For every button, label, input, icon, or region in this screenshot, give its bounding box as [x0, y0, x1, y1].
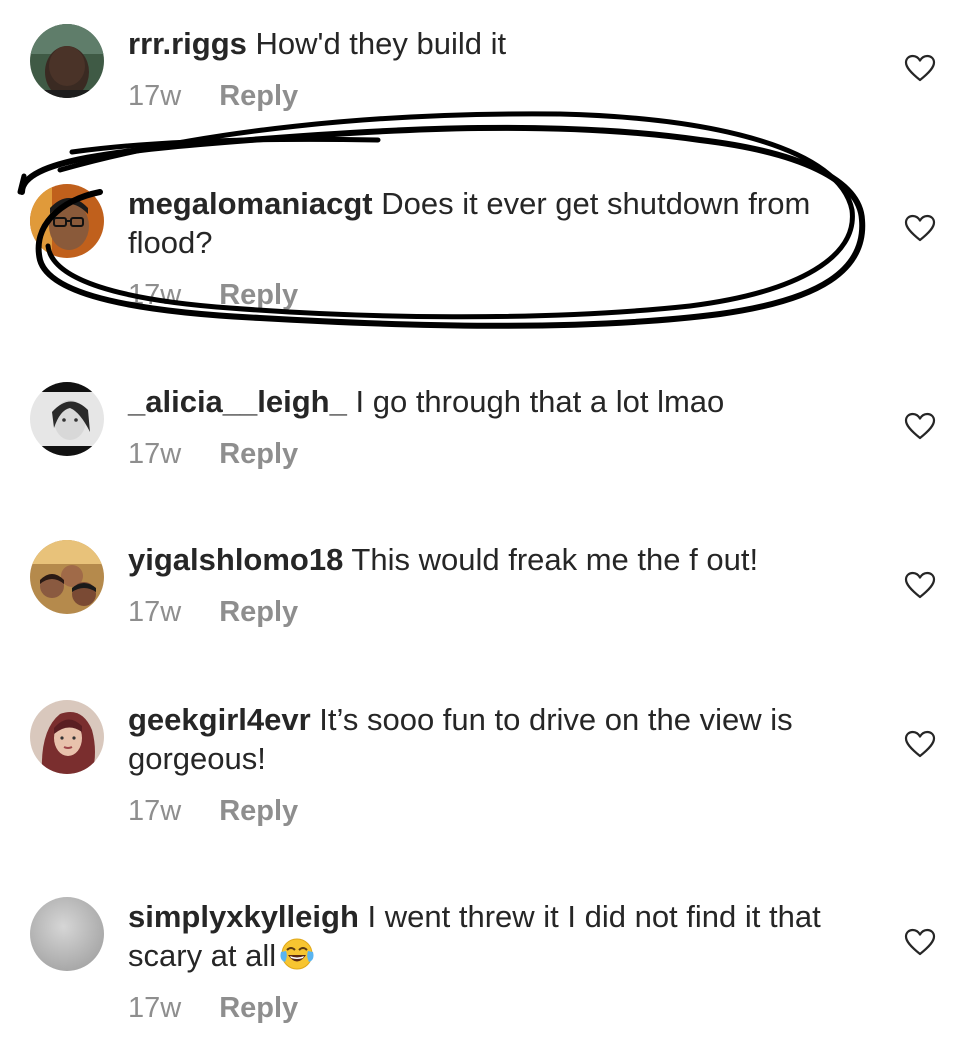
- comment-time: 17w: [128, 438, 182, 470]
- reply-button[interactable]: Reply: [219, 79, 298, 113]
- face-with-tears-of-joy-icon: [278, 936, 316, 972]
- comment-message: How'd they build it: [255, 26, 507, 61]
- avatar[interactable]: [30, 700, 104, 774]
- comment-message: This would freak me the f out!: [351, 542, 759, 577]
- comment-meta: 17w Reply: [128, 437, 848, 471]
- comment-text: yigalshlomo18 This would freak me the f …: [128, 540, 848, 579]
- reply-button[interactable]: Reply: [219, 595, 298, 629]
- comment-meta: 17w Reply: [128, 278, 848, 312]
- avatar[interactable]: [30, 897, 104, 971]
- comment-text: geekgirl4evr It’s sooo fun to drive on t…: [128, 700, 848, 778]
- comment-time: 17w: [128, 80, 182, 112]
- comment-username[interactable]: megalomaniacgt: [128, 186, 373, 221]
- heart-outline-icon[interactable]: [904, 730, 936, 758]
- comment-body: yigalshlomo18 This would freak me the f …: [128, 540, 848, 629]
- comment-body: simplyxkylleigh I went threw it I did no…: [128, 897, 848, 1025]
- reply-button[interactable]: Reply: [219, 437, 298, 471]
- comment-username[interactable]: geekgirl4evr: [128, 702, 311, 737]
- comments-list: rrr.riggs How'd they build it 17w Reply m…: [0, 0, 980, 1062]
- reply-button[interactable]: Reply: [219, 278, 298, 312]
- comment-body: _alicia__leigh_ I go through that a lot …: [128, 382, 848, 471]
- reply-button[interactable]: Reply: [219, 794, 298, 828]
- comment-time: 17w: [128, 279, 182, 311]
- avatar[interactable]: [30, 184, 104, 258]
- reply-button[interactable]: Reply: [219, 991, 298, 1025]
- comment-text: _alicia__leigh_ I go through that a lot …: [128, 382, 848, 421]
- heart-outline-icon[interactable]: [904, 214, 936, 242]
- avatar[interactable]: [30, 540, 104, 614]
- heart-outline-icon[interactable]: [904, 412, 936, 440]
- comment-meta: 17w Reply: [128, 794, 848, 828]
- comment-username[interactable]: rrr.riggs: [128, 26, 247, 61]
- comment-text: megalomaniacgt Does it ever get shutdown…: [128, 184, 848, 262]
- comment-username[interactable]: simplyxkylleigh: [128, 899, 359, 934]
- comment-meta: 17w Reply: [128, 991, 848, 1025]
- avatar[interactable]: [30, 382, 104, 456]
- comment-message: I go through that a lot lmao: [355, 384, 725, 419]
- comment-text: simplyxkylleigh I went threw it I did no…: [128, 897, 848, 975]
- comment-time: 17w: [128, 596, 182, 628]
- comment-time: 17w: [128, 795, 182, 827]
- comment-username[interactable]: yigalshlomo18: [128, 542, 343, 577]
- comment-body: geekgirl4evr It’s sooo fun to drive on t…: [128, 700, 848, 828]
- comment-time: 17w: [128, 992, 182, 1024]
- heart-outline-icon[interactable]: [904, 571, 936, 599]
- comment-meta: 17w Reply: [128, 79, 848, 113]
- comment-body: megalomaniacgt Does it ever get shutdown…: [128, 184, 848, 312]
- comment-body: rrr.riggs How'd they build it 17w Reply: [128, 24, 848, 113]
- avatar[interactable]: [30, 24, 104, 98]
- comment-username[interactable]: _alicia__leigh_: [128, 384, 347, 419]
- comment-meta: 17w Reply: [128, 595, 848, 629]
- heart-outline-icon[interactable]: [904, 928, 936, 956]
- heart-outline-icon[interactable]: [904, 54, 936, 82]
- comment-text: rrr.riggs How'd they build it: [128, 24, 848, 63]
